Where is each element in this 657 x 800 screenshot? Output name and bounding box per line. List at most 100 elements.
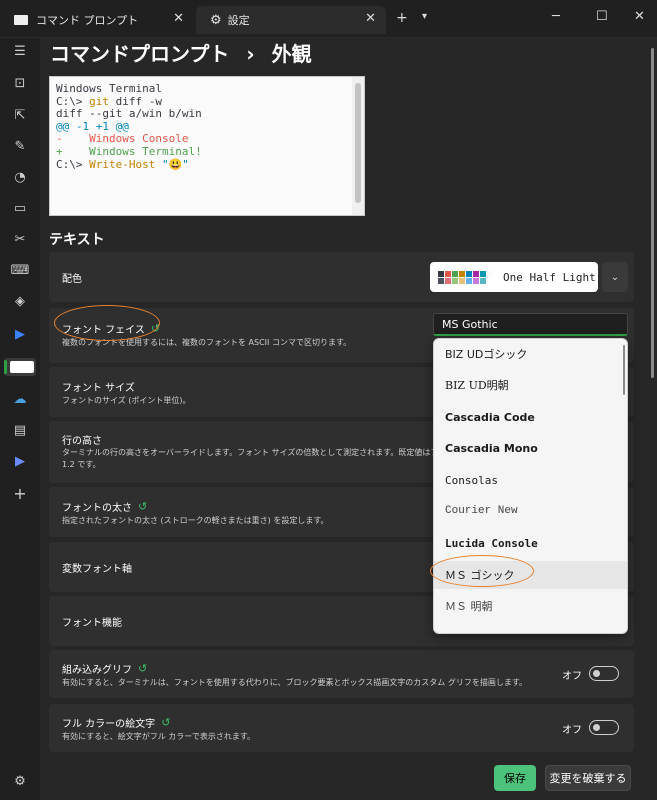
- hamburger-menu-icon[interactable]: ☰: [0, 38, 40, 64]
- builtin-glyphs-setting: 組み込みグリフ ↺ 有効にすると、ターミナルは、フォントを使用する代わりに、ブロッ…: [49, 650, 634, 698]
- color-swatch: [445, 277, 451, 284]
- color-swatch: [452, 277, 458, 284]
- color-swatch: [466, 277, 472, 284]
- reset-icon[interactable]: ↺: [161, 716, 170, 729]
- close-icon[interactable]: ✕: [365, 11, 376, 26]
- color-swatch: [459, 277, 465, 284]
- page-title: コマンドプロンプト › 外観: [50, 38, 312, 67]
- chevron-down-icon[interactable]: ⌄: [602, 262, 628, 292]
- setting-description: 有効にすると、ターミナルは、フォントを使用する代わりに、ブロック要素とボックス描…: [62, 678, 528, 687]
- open-json-gear-icon[interactable]: ⚙: [0, 768, 40, 794]
- scroll-thumb[interactable]: [355, 83, 361, 203]
- close-window-button[interactable]: ✕: [634, 9, 645, 24]
- font-option[interactable]: Cascadia Mono: [434, 434, 627, 462]
- font-option-selected[interactable]: ＭＳ ゴシック: [434, 561, 627, 589]
- setting-description: 有効にすると、絵文字がフル カラーで表示されます。: [62, 732, 256, 741]
- cmd-thumbnail: [10, 361, 34, 373]
- tab-label: コマンド プロンプト: [36, 14, 139, 27]
- add-profile-icon[interactable]: +: [0, 480, 40, 506]
- setting-title: 配色: [62, 274, 82, 285]
- sidebar: ☰ ⊡ ⇱ ✎ ◔ ▭ ✂ ⌨ ◈ ▶ ☁ ▤ ▶ + ⚙: [0, 38, 40, 800]
- color-swatch: [438, 277, 444, 284]
- interaction-icon[interactable]: ⇱: [0, 102, 40, 128]
- dev-powershell-icon[interactable]: ▶: [0, 448, 40, 474]
- tab-command-prompt[interactable]: コマンド プロンプト ✕: [0, 6, 194, 34]
- color-swatch: [487, 277, 493, 284]
- color-palette-icon[interactable]: ◔: [0, 164, 40, 190]
- font-option[interactable]: Consolas: [434, 466, 627, 494]
- font-option[interactable]: BIZ UDゴシック: [434, 340, 627, 368]
- setting-description: ターミナルの行の高さをオーバーライドします。フォント サイズの倍数として測定され…: [62, 448, 455, 457]
- color-swatch: [466, 270, 472, 277]
- terminal-preview: Windows Terminal C:\> git diff -w diff -…: [49, 76, 365, 216]
- selected-scheme: One Half Light: [503, 270, 596, 284]
- toggle-state: オフ: [562, 671, 582, 682]
- color-swatches: [438, 270, 493, 284]
- actions-keyboard-icon[interactable]: ⌨: [0, 257, 40, 283]
- setting-description: フォントのサイズ (ポイント単位)。: [62, 396, 191, 405]
- azure-cloud-shell-icon[interactable]: ☁: [0, 386, 40, 412]
- preview-scrollbar[interactable]: [352, 77, 364, 215]
- section-title: テキスト: [49, 232, 105, 248]
- startup-icon[interactable]: ⊡: [0, 70, 40, 96]
- tab-label: 設定: [227, 14, 250, 27]
- settings-main: コマンドプロンプト › 外観 Windows Terminal C:\> git…: [40, 38, 657, 800]
- setting-title: フル カラーの絵文字 ↺: [62, 716, 171, 730]
- font-option[interactable]: ＭＳ 明朝: [434, 592, 627, 620]
- main-scrollbar[interactable]: [651, 48, 654, 378]
- setting-title: フォント フェイス ↺: [62, 322, 161, 336]
- reset-icon[interactable]: ↺: [138, 500, 147, 513]
- reset-icon[interactable]: ↺: [138, 662, 147, 675]
- setting-title: フォント機能: [62, 618, 122, 629]
- color-swatch: [445, 270, 451, 277]
- breadcrumb-separator: ›: [246, 42, 255, 66]
- color-scheme-select[interactable]: One Half Light: [430, 262, 598, 292]
- active-indicator: [4, 360, 7, 374]
- font-option[interactable]: Lucida Console: [434, 529, 627, 557]
- minimize-button[interactable]: ─: [552, 9, 560, 24]
- new-tab-button[interactable]: +: [396, 10, 408, 26]
- powershell-profile-icon[interactable]: ▶: [0, 321, 40, 347]
- color-swatch: [459, 270, 465, 277]
- setting-description-2: 1.2 です。: [62, 460, 101, 469]
- tab-bar: コマンド プロンプト ✕ ⚙ 設定 ✕ + ▾ ─ ☐ ✕: [0, 0, 657, 38]
- maximize-button[interactable]: ☐: [596, 9, 608, 24]
- color-swatch: [473, 270, 479, 277]
- discard-changes-button[interactable]: 変更を破棄する: [545, 765, 631, 791]
- font-option[interactable]: BIZ UD明朝: [434, 371, 627, 399]
- setting-title: フォントの太さ ↺: [62, 500, 148, 514]
- color-swatch: [452, 270, 458, 277]
- font-option[interactable]: Cascadia Code: [434, 403, 627, 431]
- color-scheme-setting: 配色 One Half Light ⌄: [49, 252, 634, 302]
- reset-icon[interactable]: ↺: [151, 322, 160, 335]
- font-face-input[interactable]: MS Gothic: [433, 313, 628, 336]
- builtin-glyphs-toggle[interactable]: [589, 666, 619, 681]
- dev-command-prompt-icon[interactable]: ▤: [0, 417, 40, 443]
- font-suggestion-list: BIZ UDゴシック BIZ UD明朝 Cascadia Code Cascad…: [433, 338, 628, 634]
- command-prompt-profile-icon[interactable]: [4, 358, 36, 376]
- close-icon[interactable]: ✕: [173, 11, 184, 26]
- color-emoji-toggle[interactable]: [589, 720, 619, 735]
- color-swatch: [480, 277, 486, 284]
- chevron-down-icon[interactable]: ▾: [422, 11, 427, 22]
- compatibility-tools-icon[interactable]: ✂: [0, 226, 40, 252]
- color-emoji-setting: フル カラーの絵文字 ↺ 有効にすると、絵文字がフル カラーで表示されます。 オフ: [49, 704, 634, 752]
- setting-description: 複数のフォントを使用するには、複数のフォントを ASCII コンマで区切ります。: [62, 338, 352, 347]
- toggle-knob: [593, 670, 600, 677]
- font-option[interactable]: Courier New: [434, 497, 627, 525]
- appearance-brush-icon[interactable]: ✎: [0, 133, 40, 159]
- color-swatch: [487, 270, 493, 277]
- breadcrumb-parent[interactable]: コマンドプロンプト: [50, 42, 229, 66]
- tab-settings[interactable]: ⚙ 設定 ✕: [196, 6, 386, 34]
- color-swatch: [438, 270, 444, 277]
- setting-title: フォント サイズ: [62, 383, 135, 394]
- setting-title: 変数フォント軸: [62, 564, 132, 575]
- toggle-knob: [593, 724, 600, 731]
- defaults-layers-icon[interactable]: ◈: [0, 288, 40, 314]
- color-swatch: [473, 277, 479, 284]
- save-button[interactable]: 保存: [494, 765, 536, 791]
- setting-title: 組み込みグリフ ↺: [62, 662, 148, 676]
- rendering-laptop-icon[interactable]: ▭: [0, 195, 40, 221]
- preview-text: Windows Terminal C:\> git diff -w diff -…: [56, 82, 202, 171]
- breadcrumb-current: 外観: [271, 42, 312, 66]
